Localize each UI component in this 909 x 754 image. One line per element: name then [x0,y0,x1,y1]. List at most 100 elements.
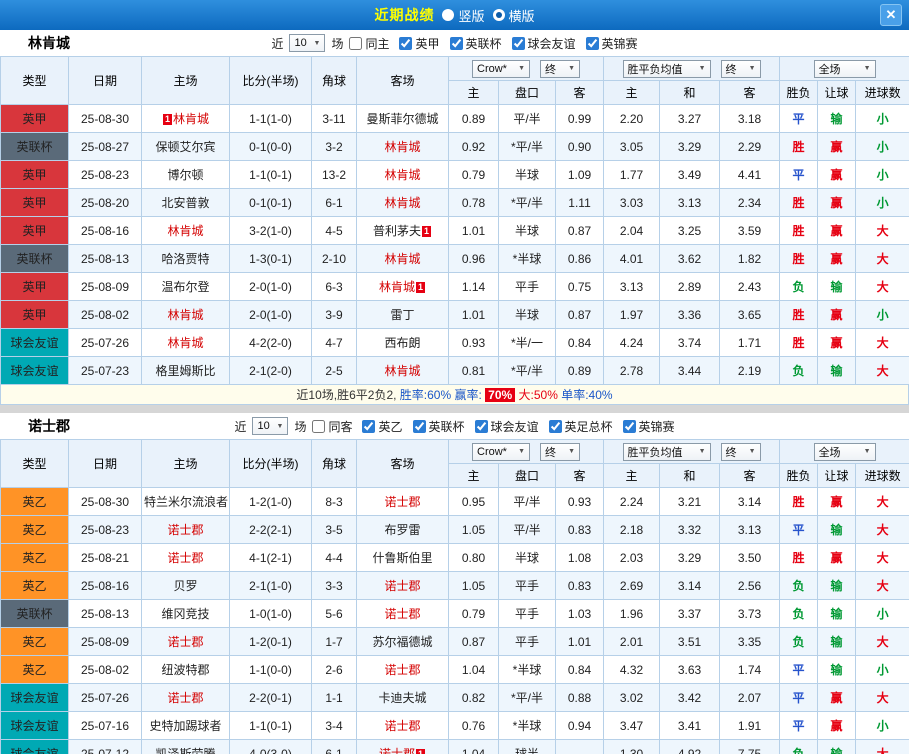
euro-draw-odds: 3.14 [660,572,720,600]
filter-checkbox[interactable] [549,420,562,433]
team-name-text[interactable]: 雷丁 [390,308,414,322]
match-row: 英联杯25-08-13哈洛贾特1-3(0-1)2-10林肯城0.96*半球0.8… [1,245,909,273]
score: 2-1(1-0) [230,572,312,600]
team-name-text[interactable]: 诺士郡 [384,607,420,621]
league-type-badge: 英乙 [1,572,69,600]
match-count-select[interactable]: 10 ▼ [289,34,325,52]
filter-checkbox[interactable] [362,420,375,433]
filter-option[interactable]: 球会友谊 [475,418,539,435]
radio-unselected-icon[interactable] [442,9,454,21]
team-name-text[interactable]: 林肯城 [167,224,203,238]
team-name-text[interactable]: 林肯城 [379,280,415,294]
team-name-text[interactable]: 哈洛贾特 [161,252,209,266]
ah-final-select[interactable]: 终 ▼ [540,443,580,461]
team-name-text[interactable]: 诺士郡 [384,719,420,733]
euro-away-odds: 1.71 [720,329,780,357]
col-result: 胜负 [780,81,818,105]
euro-avg-select[interactable]: 胜平负均值 ▼ [623,443,711,461]
vertical-layout-radio[interactable]: 竖版 [442,6,484,25]
filter-checkbox[interactable] [399,37,412,50]
team-name-text[interactable]: 诺士郡 [167,523,203,537]
games-label: 场 [294,418,306,435]
team-name-text[interactable]: 北安普敦 [161,196,209,210]
horizontal-layout-radio[interactable]: 横版 [493,6,535,25]
team-name-text[interactable]: 林肯城 [384,196,420,210]
team-name-text[interactable]: 卡迪夫城 [378,691,426,705]
team-name-text[interactable]: 格里姆斯比 [155,364,215,378]
goals-result: 小 [856,161,909,189]
chevron-down-icon: ▼ [749,65,756,72]
filter-checkbox[interactable] [312,420,325,433]
team-name-text[interactable]: 温布尔登 [161,280,209,294]
filter-checkbox[interactable] [623,420,636,433]
ah-line: *半/一 [499,329,556,357]
radio-selected-icon[interactable] [493,9,505,21]
handicap-result: 输 [818,600,856,628]
team-name-text[interactable]: 林肯城 [173,112,209,126]
team-name-text[interactable]: 什鲁斯伯里 [372,551,432,565]
filter-checkbox[interactable] [413,420,426,433]
team-name-text[interactable]: 林肯城 [384,252,420,266]
bookmaker-value: Crow* [477,446,507,458]
team-name-text[interactable]: 林肯城 [167,336,203,350]
filter-option[interactable]: 英乙 [362,418,402,435]
team-name-text[interactable]: 特兰米尔流浪者 [144,495,228,509]
team-name-text[interactable]: 保顿艾尔宾 [155,140,215,154]
win-draw-loss-result: 平 [780,712,818,740]
team-name-text[interactable]: 曼斯菲尔德城 [366,112,438,126]
home-team: 纽波特郡 [142,656,230,684]
away-team: 雷丁 [357,301,449,329]
filter-option[interactable]: 同主 [349,35,389,52]
euro-final-select[interactable]: 终 ▼ [721,60,761,78]
bookmaker-select[interactable]: Crow* ▼ [472,60,530,78]
team-name-text[interactable]: 林肯城 [384,168,420,182]
match-row: 球会友谊25-07-16史特加踢球者1-1(0-1)3-4诺士郡0.76*半球0… [1,712,909,740]
filter-label: 英甲 [415,35,439,52]
filter-checkbox[interactable] [349,37,362,50]
team-name-text[interactable]: 普利茅夫 [373,224,421,238]
team-name-text[interactable]: 西布朗 [384,336,420,350]
scope-select[interactable]: 全场 ▼ [814,60,876,78]
scope-select[interactable]: 全场 ▼ [814,443,876,461]
team-name-text[interactable]: 苏尔福德城 [372,635,432,649]
filter-option[interactable]: 同客 [312,418,352,435]
team-name-text[interactable]: 布罗雷 [384,523,420,537]
filter-checkbox[interactable] [512,37,525,50]
bookmaker-select[interactable]: Crow* ▼ [472,443,530,461]
euro-final-select[interactable]: 终 ▼ [721,443,761,461]
team-name-text[interactable]: 诺士郡 [384,495,420,509]
euro-avg-select[interactable]: 胜平负均值 ▼ [623,60,711,78]
filter-option[interactable]: 英锦赛 [623,418,675,435]
filter-checkbox[interactable] [450,37,463,50]
team-name-text[interactable]: 诺士郡 [384,663,420,677]
euro-draw-odds: 3.44 [660,357,720,385]
ah-final-select[interactable]: 终 ▼ [540,60,580,78]
team-name-text[interactable]: 史特加踢球者 [149,719,221,733]
team-name-text[interactable]: 诺士郡 [167,635,203,649]
filter-option[interactable]: 英联杯 [413,418,465,435]
team-name-text[interactable]: 纽波特郡 [161,663,209,677]
match-date: 25-08-30 [69,488,142,516]
filter-checkbox[interactable] [586,37,599,50]
team-name-text[interactable]: 林肯城 [384,140,420,154]
team-name-text[interactable]: 诺士郡 [167,551,203,565]
team-name-text[interactable]: 林肯城 [167,308,203,322]
filter-option[interactable]: 英联杯 [450,35,502,52]
filter-option[interactable]: 英甲 [399,35,439,52]
team-name-text[interactable]: 维冈竞技 [161,607,209,621]
filter-checkbox[interactable] [475,420,488,433]
filter-option[interactable]: 英锦赛 [586,35,638,52]
close-button[interactable]: ✕ [880,4,902,26]
team-name-text[interactable]: 凯泽斯劳腾 [155,747,215,754]
filter-option[interactable]: 英足总杯 [549,418,613,435]
team-name-text[interactable]: 贝罗 [173,579,197,593]
team-name-text[interactable]: 诺士郡 [384,579,420,593]
team-name-text[interactable]: 诺士郡 [167,691,203,705]
team-name-text[interactable]: 林肯城 [384,364,420,378]
team-name-text[interactable]: 博尔顿 [167,168,203,182]
match-count-select[interactable]: 10 ▼ [252,417,288,435]
euro-home-odds: 2.18 [604,516,660,544]
team-name-text[interactable]: 诺士郡 [379,747,415,754]
match-count-value: 10 [294,37,306,49]
filter-option[interactable]: 球会友谊 [512,35,576,52]
